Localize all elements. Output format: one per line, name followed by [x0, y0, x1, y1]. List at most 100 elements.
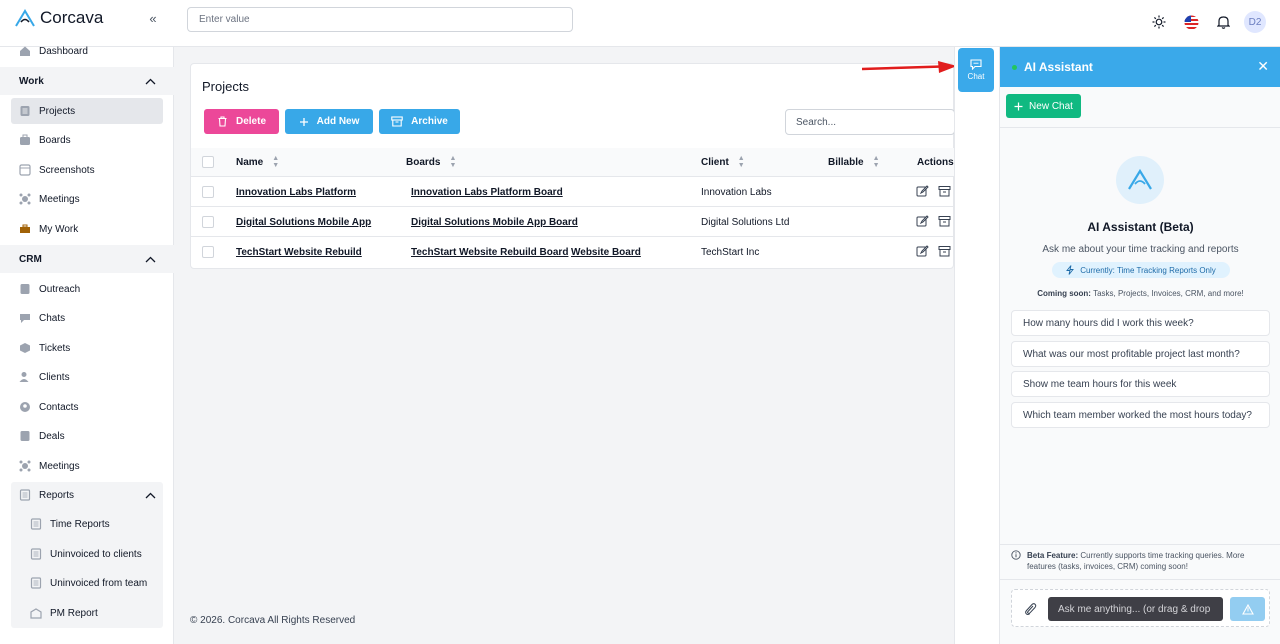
column-name[interactable]: Name ▲ ▼ [236, 148, 279, 176]
footer-copyright: © 2026. Corcava All Rights Reserved [190, 615, 356, 626]
sidebar-item-chats[interactable]: Chats [11, 305, 163, 331]
new-chat-label: New Chat [1029, 100, 1073, 112]
suggestion-button[interactable]: What was our most profitable project las… [1011, 341, 1270, 367]
edit-icon[interactable] [916, 185, 929, 198]
board-link[interactable]: Innovation Labs Platform Board [411, 177, 563, 207]
sidebar-item-outreach[interactable]: Outreach [11, 276, 163, 302]
column-boards[interactable]: Boards ▲ ▼ [406, 148, 456, 176]
language-us-flag-icon[interactable] [1180, 11, 1202, 33]
send-icon [1241, 603, 1254, 615]
sidebar-item-tickets[interactable]: Tickets [11, 335, 163, 361]
project-name-link[interactable]: TechStart Website Rebuild [236, 237, 362, 267]
sidebar-item-label: Meetings [39, 460, 80, 472]
sidebar-item-time-reports[interactable]: Time Reports [11, 511, 163, 537]
board-link[interactable]: Website Board [571, 237, 641, 267]
assistant-heading: AI Assistant (Beta) [1087, 220, 1194, 234]
sidebar-item-label: Uninvoiced from team [50, 577, 148, 589]
sidebar-item-reports[interactable]: Reports [11, 482, 163, 508]
delete-button[interactable]: Delete [204, 109, 279, 134]
sidebar: Dashboard Work Projects Boards Screensho… [0, 46, 174, 644]
collapse-sidebar-icon[interactable]: « [146, 12, 160, 26]
sidebar-item-projects[interactable]: Projects [11, 98, 163, 124]
archive-row-icon[interactable] [938, 245, 951, 258]
sidebar-item-pm-report[interactable]: PM Report [11, 600, 163, 626]
chats-icon [20, 314, 30, 323]
beta-label: Beta Feature: [1027, 551, 1079, 560]
sidebar-item-label: Chats [39, 312, 66, 324]
client-cell: Innovation Labs [701, 186, 772, 198]
suggestion-button[interactable]: Show me team hours for this week [1011, 371, 1270, 397]
paperclip-icon[interactable] [1023, 602, 1037, 616]
logo[interactable]: Corcava [14, 8, 103, 28]
sidebar-item-clients[interactable]: Clients [11, 364, 163, 390]
table-search-input[interactable] [785, 109, 955, 135]
sidebar-item-label: Clients [39, 371, 70, 383]
badge-label: Currently: Time Tracking Reports Only [1080, 265, 1216, 275]
projects-card: Projects Delete Add New Archive Name ▲▼ B… [190, 63, 955, 269]
chevron-up-icon [145, 78, 156, 84]
close-icon[interactable]: ✕ [1257, 59, 1269, 73]
sort-icon[interactable]: ▲ ▼ [449, 155, 456, 169]
row-checkbox[interactable] [202, 216, 214, 228]
online-status-dot [1012, 64, 1017, 70]
send-button[interactable] [1230, 597, 1265, 621]
sidebar-item-uninvoiced-from-team[interactable]: Uninvoiced from team [11, 570, 163, 596]
notifications-bell-icon[interactable] [1212, 11, 1234, 33]
ai-assistant-logo [1116, 156, 1164, 204]
row-checkbox[interactable] [202, 246, 214, 258]
archive-row-icon[interactable] [938, 185, 951, 198]
contacts-icon [20, 402, 30, 412]
sidebar-item-uninvoiced-to-clients[interactable]: Uninvoiced to clients [11, 541, 163, 567]
global-search-input[interactable] [187, 7, 573, 32]
column-client[interactable]: Client ▲ ▼ [701, 148, 745, 176]
row-checkbox[interactable] [202, 186, 214, 198]
suggestion-button[interactable]: How many hours did I work this week? [1011, 310, 1270, 336]
sidebar-item-meetings[interactable]: Meetings [11, 186, 163, 212]
sidebar-item-crm-meetings[interactable]: Meetings [11, 453, 163, 479]
project-name-link[interactable]: Innovation Labs Platform [236, 177, 356, 207]
sidebar-item-label: Contacts [39, 401, 79, 413]
top-bar: Corcava « D2 [0, 0, 1280, 47]
sidebar-item-my-work[interactable]: My Work [11, 216, 163, 242]
add-new-label: Add New [316, 116, 360, 127]
assistant-logo-icon [1128, 169, 1152, 190]
sidebar-item-label: Tickets [39, 342, 71, 354]
archive-row-icon[interactable] [938, 215, 951, 228]
theme-toggle-sun-icon[interactable] [1148, 11, 1170, 33]
sidebar-group-crm[interactable]: CRM [0, 245, 174, 273]
sidebar-item-contacts[interactable]: Contacts [11, 394, 163, 420]
archive-label: Archive [411, 116, 448, 127]
column-label: Client [701, 156, 729, 168]
plus-icon [1014, 102, 1023, 110]
sort-icon[interactable]: ▲ ▼ [738, 155, 745, 169]
divider [1000, 127, 1280, 128]
sidebar-group-work[interactable]: Work [0, 67, 174, 95]
chat-tab-button[interactable]: Chat [958, 48, 994, 92]
sidebar-item-label: PM Report [50, 607, 98, 619]
board-link[interactable]: Digital Solutions Mobile App Board [411, 207, 578, 237]
board-link[interactable]: TechStart Website Rebuild Board [411, 237, 568, 267]
edit-icon[interactable] [916, 245, 929, 258]
pm-report-icon [30, 608, 42, 619]
table-row: Innovation Labs Platform Innovation Labs… [191, 176, 955, 206]
sidebar-item-boards[interactable]: Boards [11, 127, 163, 153]
new-chat-button[interactable]: New Chat [1006, 94, 1081, 118]
chat-input[interactable] [1048, 597, 1223, 621]
suggestion-button[interactable]: Which team member worked the most hours … [1011, 402, 1270, 428]
sidebar-item-screenshots[interactable]: Screenshots [11, 157, 163, 183]
sidebar-item-label: Uninvoiced to clients [50, 548, 142, 560]
sidebar-item-dashboard[interactable]: Dashboard [11, 38, 163, 64]
sidebar-item-label: Screenshots [39, 164, 95, 176]
sidebar-item-deals[interactable]: Deals [11, 423, 163, 449]
select-all-checkbox[interactable] [202, 156, 214, 168]
archive-button[interactable]: Archive [379, 109, 460, 134]
sort-icon[interactable]: ▲ ▼ [873, 155, 880, 169]
avatar[interactable]: D2 [1244, 11, 1266, 33]
sort-icon[interactable]: ▲ ▼ [272, 155, 279, 169]
divider [1000, 579, 1280, 580]
page-title: Projects [202, 79, 249, 94]
add-new-button[interactable]: Add New [285, 109, 373, 134]
project-name-link[interactable]: Digital Solutions Mobile App [236, 207, 371, 237]
edit-icon[interactable] [916, 215, 929, 228]
column-billable[interactable]: Billable ▲ ▼ [828, 148, 880, 176]
